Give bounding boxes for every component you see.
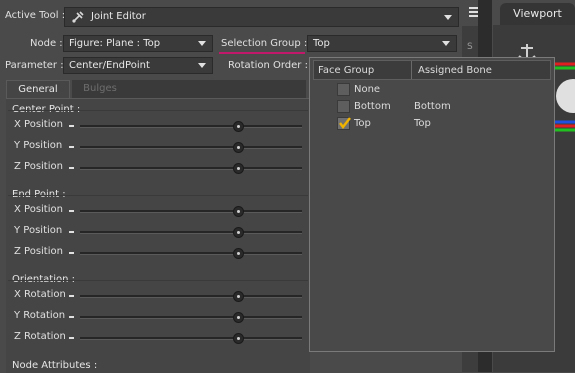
slider-track[interactable] xyxy=(80,252,302,255)
node-dropdown[interactable]: Figure: Plane : Top xyxy=(63,35,213,52)
slider-knob[interactable] xyxy=(232,227,244,238)
dropdown-arrow-icon xyxy=(442,41,450,46)
slider-decrement-icon[interactable] xyxy=(69,252,74,254)
slider-track[interactable] xyxy=(80,210,302,213)
popup-header: Face Group Assigned Bone xyxy=(313,60,551,80)
column-separator xyxy=(411,61,412,79)
slider-label: Y Position xyxy=(14,225,63,236)
active-tool-value: Joint Editor xyxy=(91,11,146,22)
checkbox-icon[interactable] xyxy=(337,117,351,130)
slider-track[interactable] xyxy=(80,167,302,170)
slider-label: Z Position xyxy=(14,246,63,257)
node-value: Figure: Plane : Top xyxy=(69,38,161,49)
dropdown-arrow-icon xyxy=(198,41,206,46)
slider-track[interactable] xyxy=(80,316,302,319)
joint-editor-icon xyxy=(71,10,85,24)
slider-track[interactable] xyxy=(80,337,302,340)
face-group-cell[interactable]: Top xyxy=(354,116,371,132)
checkbox-icon[interactable] xyxy=(337,100,350,113)
slider-decrement-icon[interactable] xyxy=(69,295,74,297)
slider-knob[interactable] xyxy=(232,206,244,217)
slider-knob[interactable] xyxy=(232,163,244,174)
group-divider xyxy=(8,280,308,281)
node-attributes-title: Node Attributes : xyxy=(12,360,98,371)
parameter-label: Parameter : xyxy=(5,60,64,71)
group-divider xyxy=(8,195,308,196)
slider-label: X Position xyxy=(14,204,63,215)
side-strip-letter: S xyxy=(467,42,473,52)
slider-track[interactable] xyxy=(80,125,302,128)
tab-viewport[interactable]: Viewport xyxy=(500,3,575,25)
slider-decrement-icon[interactable] xyxy=(69,337,74,339)
slider-track[interactable] xyxy=(80,146,302,149)
parameter-value: Center/EndPoint xyxy=(69,60,150,71)
slider-track[interactable] xyxy=(80,231,302,234)
slider-knob[interactable] xyxy=(232,291,244,302)
tab-general[interactable]: General xyxy=(6,80,70,98)
assigned-bone-cell: Bottom xyxy=(414,101,451,112)
checkbox-icon[interactable] xyxy=(337,83,350,96)
slider-decrement-icon[interactable] xyxy=(69,210,74,212)
parameter-dropdown[interactable]: Center/EndPoint xyxy=(63,57,213,74)
tab-bulges[interactable]: Bulges xyxy=(72,80,128,98)
slider-label: X Position xyxy=(14,119,63,130)
selection-group-underline xyxy=(219,52,305,54)
slider-decrement-icon[interactable] xyxy=(69,316,74,318)
slider-decrement-icon[interactable] xyxy=(69,231,74,233)
selection-group-dropdown[interactable]: Top xyxy=(307,35,457,52)
active-tool-label: Active Tool : xyxy=(5,10,66,21)
slider-label: X Rotation xyxy=(14,289,66,300)
slider-decrement-icon[interactable] xyxy=(69,167,74,169)
assigned-bone-cell: Top xyxy=(414,118,431,129)
slider-decrement-icon[interactable] xyxy=(69,125,74,127)
rotation-order-label: Rotation Order : xyxy=(228,60,308,71)
dropdown-arrow-icon xyxy=(444,15,452,20)
tab-bar-fill xyxy=(128,80,306,98)
selection-group-value: Top xyxy=(313,38,330,49)
slider-knob[interactable] xyxy=(232,333,244,344)
dropdown-arrow-icon xyxy=(198,63,206,68)
face-group-popup: Face Group Assigned Bone None Bottom Botto… xyxy=(309,57,555,352)
slider-knob[interactable] xyxy=(232,121,244,132)
slider-knob[interactable] xyxy=(232,312,244,323)
col-face-group[interactable]: Face Group xyxy=(318,65,374,76)
col-assigned-bone[interactable]: Assigned Bone xyxy=(418,65,492,76)
node-label: Node : xyxy=(30,38,63,49)
slider-track[interactable] xyxy=(80,295,302,298)
slider-label: Z Rotation xyxy=(14,331,66,342)
slider-label: Y Position xyxy=(14,140,63,151)
group-divider xyxy=(8,110,308,111)
face-group-cell[interactable]: None xyxy=(354,82,380,98)
face-group-cell[interactable]: Bottom xyxy=(354,99,391,115)
active-tool-dropdown[interactable]: Joint Editor xyxy=(64,7,459,27)
slider-knob[interactable] xyxy=(232,248,244,259)
slider-knob[interactable] xyxy=(232,142,244,153)
slider-label: Z Position xyxy=(14,161,63,172)
slider-label: Y Rotation xyxy=(14,310,66,321)
selection-group-label[interactable]: Selection Group : xyxy=(221,38,307,49)
slider-decrement-icon[interactable] xyxy=(69,146,74,148)
